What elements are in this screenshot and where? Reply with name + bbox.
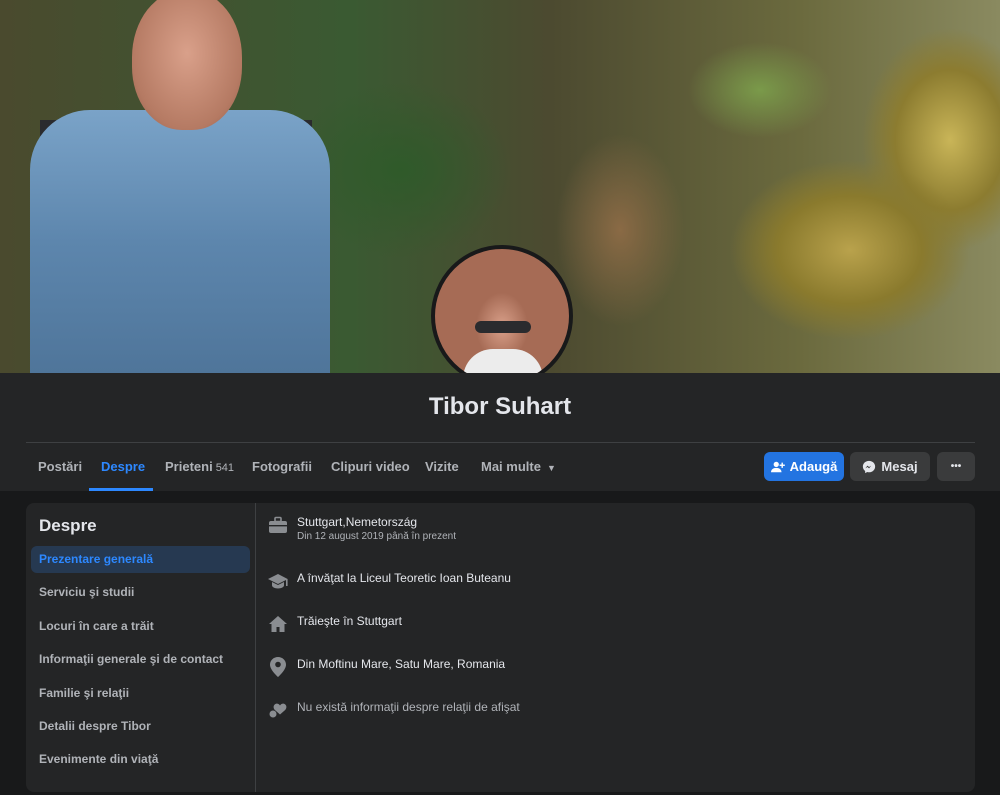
friends-count: 541 — [215, 462, 235, 474]
about-sidebar: Despre Prezentare generală Serviciu şi s… — [26, 503, 256, 792]
cover-person — [20, 0, 340, 373]
more-options-button[interactable]: ••• — [937, 452, 975, 481]
home-icon — [267, 613, 289, 635]
tab-videos[interactable]: Clipuri video — [319, 443, 422, 491]
nav-family-relationships[interactable]: Familie şi relaţii — [31, 680, 250, 707]
lives-text[interactable]: Trăieşte în Stuttgart — [297, 613, 402, 629]
add-friend-button[interactable]: Adaugă — [764, 452, 844, 481]
about-card: Despre Prezentare generală Serviciu şi s… — [26, 503, 975, 792]
nav-overview[interactable]: Prezentare generală — [31, 546, 250, 573]
relationship-row: Nu există informaţii despre relaţii de a… — [267, 699, 520, 721]
about-title: Despre — [39, 516, 97, 535]
work-row: Stuttgart,Nemetország Din 12 august 2019… — [267, 514, 456, 544]
education-text[interactable]: A învăţat la Liceul Teoretic Ioan Butean… — [297, 570, 511, 586]
from-text[interactable]: Din Moftinu Mare, Satu Mare, Romania — [297, 656, 505, 672]
profile-picture[interactable] — [431, 245, 573, 387]
relationship-text: Nu există informaţii despre relaţii de a… — [297, 700, 520, 714]
work-title[interactable]: Stuttgart,Nemetország — [297, 514, 456, 530]
caret-down-icon: ▼ — [546, 463, 556, 473]
tab-checkins[interactable]: Vizite — [413, 443, 471, 491]
tab-about[interactable]: Despre — [89, 443, 153, 491]
message-button[interactable]: Mesaj — [850, 452, 930, 481]
tab-friends[interactable]: Prieteni 541 — [153, 443, 246, 491]
tab-more[interactable]: Mai multe ▼ — [469, 443, 568, 491]
profile-name: Tibor Suhart — [428, 393, 572, 420]
messenger-icon — [862, 460, 876, 474]
lives-row: Trăieşte în Stuttgart — [267, 613, 402, 635]
heart-icon — [267, 699, 289, 721]
from-row: Din Moftinu Mare, Satu Mare, Romania — [267, 656, 505, 678]
add-friend-icon — [770, 460, 785, 474]
ellipsis-icon: ••• — [950, 461, 962, 472]
location-pin-icon — [267, 656, 289, 678]
graduation-cap-icon — [267, 570, 289, 592]
tab-posts[interactable]: Postări — [26, 443, 94, 491]
briefcase-icon — [267, 514, 289, 536]
work-date: Din 12 august 2019 până în prezent — [297, 531, 457, 542]
nav-places-lived[interactable]: Locuri în care a trăit — [31, 613, 250, 640]
nav-work-education[interactable]: Serviciu şi studii — [31, 579, 250, 606]
nav-life-events[interactable]: Evenimente din viaţă — [31, 746, 250, 773]
nav-contact-info[interactable]: Informaţii generale şi de contact — [31, 646, 250, 673]
nav-details[interactable]: Detalii despre Tibor — [31, 713, 250, 740]
tab-photos[interactable]: Fotografii — [240, 443, 324, 491]
education-row: A învăţat la Liceul Teoretic Ioan Butean… — [267, 570, 511, 592]
